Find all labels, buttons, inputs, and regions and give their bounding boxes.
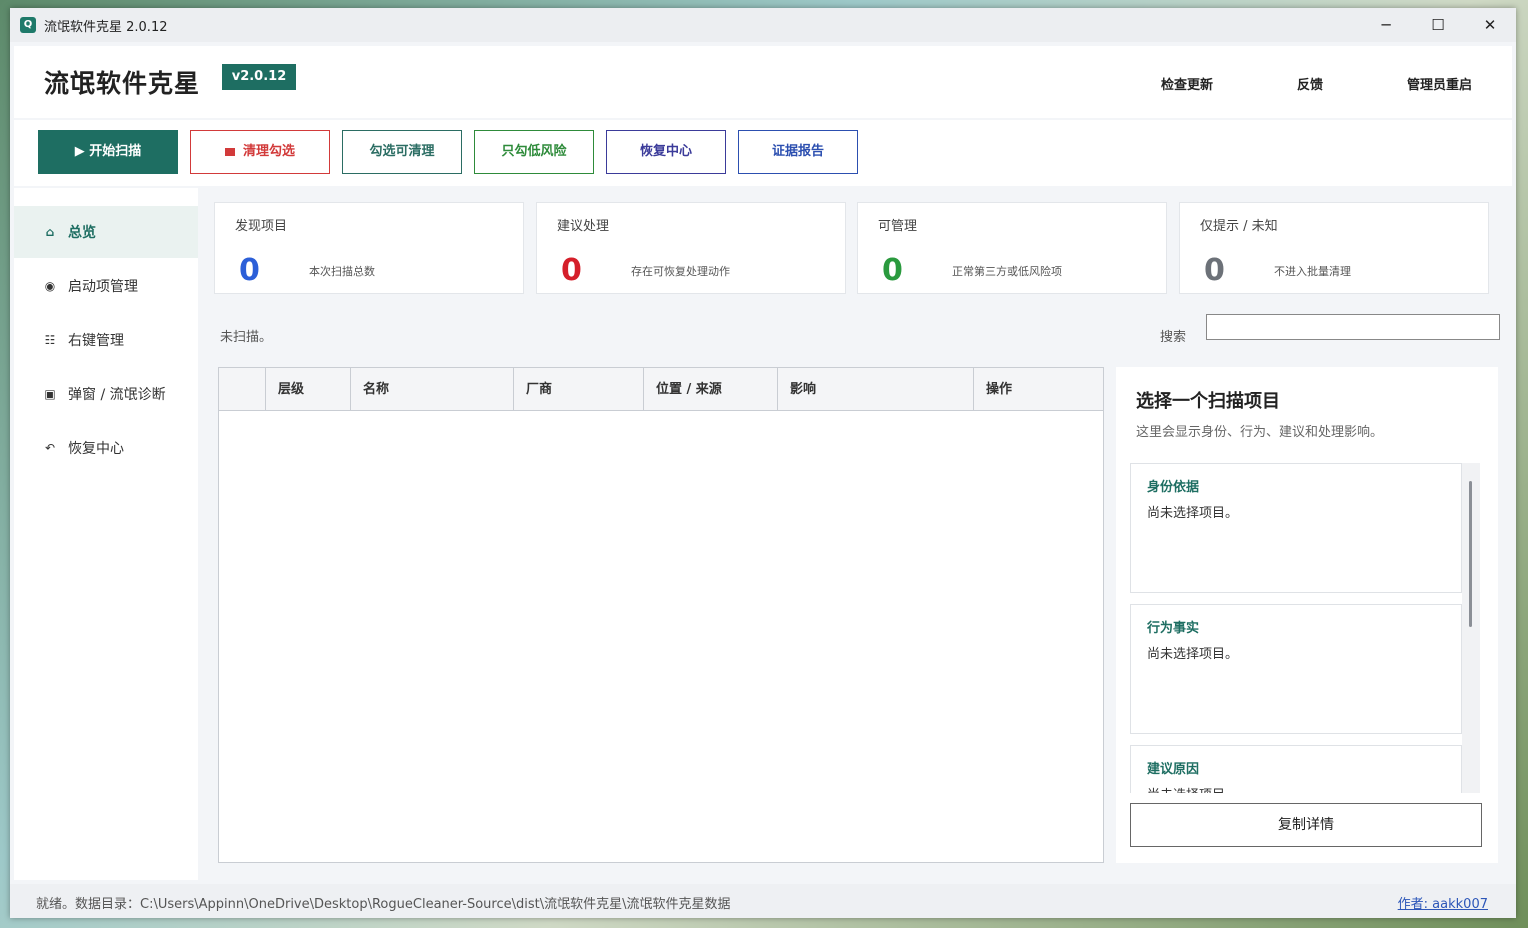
sidebar-item-popup-diagnosis[interactable]: ▣ 弹窗 / 流氓诊断 xyxy=(14,368,198,420)
version-badge: v2.0.12 xyxy=(222,64,296,90)
sidebar-item-startup[interactable]: ◉ 启动项管理 xyxy=(14,260,198,312)
section-body: 尚未选择项目。 xyxy=(1147,506,1239,521)
search-input[interactable] xyxy=(1206,314,1500,340)
sidebar-item-label: 弹窗 / 流氓诊断 xyxy=(68,387,166,403)
check-update-link[interactable]: 检查更新 xyxy=(1161,74,1213,93)
maximize-button[interactable]: ☐ xyxy=(1412,8,1464,42)
minimize-icon: ─ xyxy=(1381,16,1391,34)
feedback-link[interactable]: 反馈 xyxy=(1297,74,1323,93)
stat-card-desc: 本次扫描总数 xyxy=(309,265,375,278)
list-icon: ☷ xyxy=(44,333,56,347)
author-link[interactable]: 作者: aakk007 xyxy=(1398,893,1488,912)
evidence-report-button[interactable]: 证据报告 xyxy=(738,130,858,174)
results-table: 层级 名称 厂商 位置 / 来源 影响 操作 xyxy=(218,367,1104,863)
undo-icon: ↶ xyxy=(44,441,56,455)
stat-card-value: 0 xyxy=(239,253,260,288)
detail-title: 选择一个扫描项目 xyxy=(1136,391,1280,412)
stat-card-title: 建议处理 xyxy=(557,219,610,234)
detail-section-identity: 身份依据 尚未选择项目。 xyxy=(1130,463,1462,593)
clean-selected-label: 清理勾选 xyxy=(242,144,295,159)
app-brand: 流氓软件克星 xyxy=(44,69,201,98)
window-title: 流氓软件克星 2.0.12 xyxy=(44,19,168,35)
stat-card-suggested: 建议处理 0 存在可恢复处理动作 xyxy=(536,202,846,294)
sidebar-item-label: 启动项管理 xyxy=(68,279,138,295)
stat-card-desc: 不进入批量清理 xyxy=(1274,265,1351,278)
search-label: 搜索 xyxy=(1160,330,1187,345)
column-header-vendor[interactable]: 厂商 xyxy=(513,368,643,411)
column-header-name[interactable]: 名称 xyxy=(350,368,513,411)
detail-section-reason: 建议原因 尚未选择项目。 xyxy=(1130,745,1462,793)
admin-restart-link[interactable]: 管理员重启 xyxy=(1407,74,1472,93)
recovery-center-button[interactable]: 恢复中心 xyxy=(606,130,726,174)
select-low-risk-button[interactable]: 只勾低风险 xyxy=(474,130,594,174)
section-heading: 身份依据 xyxy=(1147,480,1200,495)
detail-panel: 选择一个扫描项目 这里会显示身份、行为、建议和处理影响。 身份依据 尚未选择项目… xyxy=(1116,367,1498,863)
stat-card-desc: 存在可恢复处理动作 xyxy=(631,265,730,278)
maximize-icon: ☐ xyxy=(1431,16,1445,34)
sidebar-item-recovery[interactable]: ↶ 恢复中心 xyxy=(14,422,198,474)
start-scan-button[interactable]: ▶ 开始扫描 xyxy=(38,130,178,174)
close-icon: ✕ xyxy=(1483,16,1497,34)
detail-subtitle: 这里会显示身份、行为、建议和处理影响。 xyxy=(1136,425,1384,440)
sidebar-nav: ⌂ 总览 ◉ 启动项管理 ☷ 右键管理 ▣ 弹窗 / 流氓诊断 ↶ 恢复中心 xyxy=(14,188,198,880)
select-cleanable-button[interactable]: 勾选可清理 xyxy=(342,130,462,174)
window-controls: ─ ☐ ✕ xyxy=(1360,8,1516,42)
clean-selected-button[interactable]: 清理勾选 xyxy=(190,130,330,174)
stat-card-hint-only: 仅提示 / 未知 0 不进入批量清理 xyxy=(1179,202,1489,294)
stat-card-value: 0 xyxy=(561,253,582,288)
title-bar: Q 流氓软件克星 2.0.12 ─ ☐ ✕ xyxy=(10,8,1516,42)
section-body: 尚未选择项目。 xyxy=(1147,784,1238,793)
sidebar-item-context-menu[interactable]: ☷ 右键管理 xyxy=(14,314,198,366)
table-header: 层级 名称 厂商 位置 / 来源 影响 操作 xyxy=(219,368,1103,411)
status-text: 就绪。数据目录：C:\Users\Appinn\OneDrive\Desktop… xyxy=(36,897,731,912)
stat-card-title: 仅提示 / 未知 xyxy=(1200,219,1278,234)
window-icon: ▣ xyxy=(44,387,56,401)
sidebar-item-label: 恢复中心 xyxy=(68,441,124,457)
stat-card-value: 0 xyxy=(1204,253,1225,288)
minimize-button[interactable]: ─ xyxy=(1360,8,1412,42)
column-header-location[interactable]: 位置 / 来源 xyxy=(643,368,777,411)
home-icon: ⌂ xyxy=(45,225,55,239)
action-toolbar: ▶ 开始扫描 清理勾选 勾选可清理 只勾低风险 恢复中心 证据报告 xyxy=(14,120,1512,186)
flag-icon xyxy=(224,147,235,156)
close-button[interactable]: ✕ xyxy=(1464,8,1516,42)
stat-card-found: 发现项目 0 本次扫描总数 xyxy=(214,202,524,294)
section-heading: 建议原因 xyxy=(1147,762,1200,777)
stat-card-desc: 正常第三方或低风险项 xyxy=(952,265,1062,278)
column-header-select[interactable] xyxy=(219,368,265,411)
column-header-action[interactable]: 操作 xyxy=(973,368,1103,411)
stat-card-manageable: 可管理 0 正常第三方或低风险项 xyxy=(857,202,1167,294)
detail-scrollbar[interactable] xyxy=(1462,463,1480,793)
sidebar-item-label: 总览 xyxy=(68,225,96,241)
sidebar-item-label: 右键管理 xyxy=(68,333,124,349)
radio-dot-icon: ◉ xyxy=(44,279,56,293)
scrollbar-thumb[interactable] xyxy=(1469,481,1472,627)
column-header-impact[interactable]: 影响 xyxy=(777,368,973,411)
stat-card-value: 0 xyxy=(882,253,903,288)
detail-scroll-area[interactable]: 身份依据 尚未选择项目。 行为事实 尚未选择项目。 建议原因 尚未选择项目。 xyxy=(1130,463,1480,793)
column-header-level[interactable]: 层级 xyxy=(265,368,351,411)
status-bar: 就绪。数据目录：C:\Users\Appinn\OneDrive\Desktop… xyxy=(10,884,1516,918)
app-logo-icon: Q xyxy=(20,17,36,33)
copy-details-button[interactable]: 复制详情 xyxy=(1130,803,1482,847)
scan-status: 未扫描。 xyxy=(220,330,273,345)
section-body: 尚未选择项目。 xyxy=(1147,647,1239,662)
app-window: Q 流氓软件克星 2.0.12 ─ ☐ ✕ 流氓软件克星 v2.0.12 检查更… xyxy=(10,8,1516,918)
header-links: 检查更新 反馈 管理员重启 xyxy=(1077,74,1472,93)
app-header: 流氓软件克星 v2.0.12 检查更新 反馈 管理员重启 xyxy=(14,46,1512,118)
detail-section-behavior: 行为事实 尚未选择项目。 xyxy=(1130,604,1462,734)
section-heading: 行为事实 xyxy=(1147,621,1200,636)
sidebar-item-overview[interactable]: ⌂ 总览 xyxy=(14,206,198,258)
stat-card-title: 发现项目 xyxy=(235,219,288,234)
stat-card-title: 可管理 xyxy=(878,219,918,234)
